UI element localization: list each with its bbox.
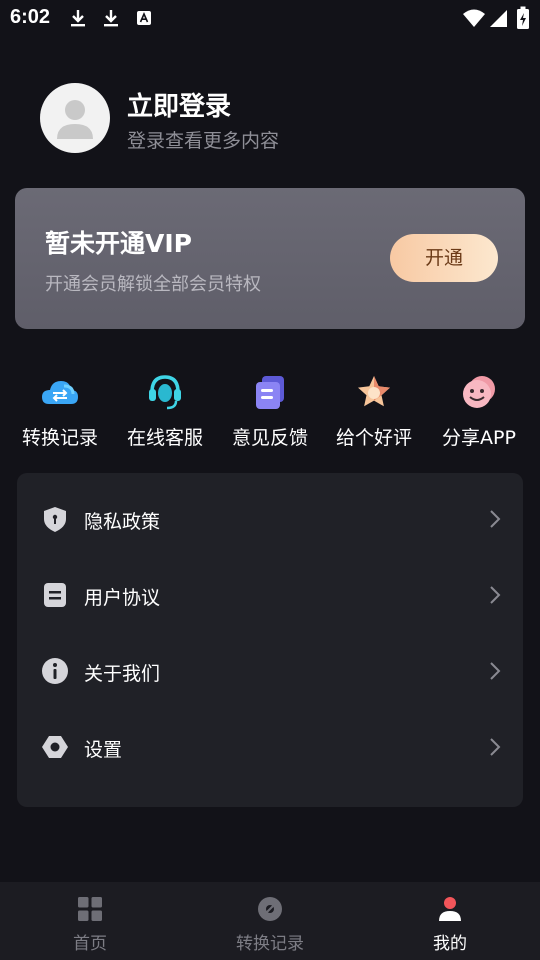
agreement-document-icon (44, 583, 66, 607)
menu-label: 用户协议 (84, 587, 161, 609)
bottom-tab-bar: 首页 转换记录 我的 (0, 882, 540, 960)
user-placeholder-icon (57, 100, 93, 139)
a-notification-icon (137, 11, 151, 25)
tab-label: 我的 (433, 934, 467, 954)
chevron-right-icon (490, 662, 501, 680)
quick-action-label: 给个好评 (335, 427, 412, 449)
menu-label: 关于我们 (84, 663, 161, 685)
tab-conversion-records[interactable]: 转换记录 (180, 882, 360, 960)
tab-label: 转换记录 (236, 934, 304, 954)
download-icon (104, 10, 118, 27)
chevron-right-icon (490, 586, 501, 604)
menu-label: 隐私政策 (84, 511, 161, 533)
vip-card: 暂未开通VIP 开通会员解锁全部会员特权 开通 (15, 188, 525, 329)
chevron-right-icon (490, 738, 501, 756)
quick-action-label: 转换记录 (21, 427, 98, 449)
login-title[interactable]: 立即登录 (127, 86, 231, 123)
tab-label: 首页 (73, 934, 107, 954)
menu-item-settings[interactable]: 设置 (17, 709, 523, 785)
grid-home-icon (78, 897, 102, 921)
menu-item-about-us[interactable]: 关于我们 (17, 633, 523, 709)
menu-item-user-agreement[interactable]: 用户协议 (17, 557, 523, 633)
login-subtitle: 登录查看更多内容 (127, 130, 280, 152)
quick-action-label: 分享APP (442, 427, 516, 449)
signal-icon (490, 10, 507, 27)
quick-action-feedback[interactable]: 意见反馈 (218, 372, 322, 450)
tab-mine[interactable]: 我的 (360, 882, 540, 960)
quick-action-rate-app[interactable]: 给个好评 (322, 372, 426, 450)
vip-title: 暂未开通VIP (45, 229, 192, 258)
record-disc-icon (258, 897, 282, 921)
quick-action-online-service[interactable]: 在线客服 (113, 372, 217, 450)
menu-item-privacy-policy[interactable]: 隐私政策 (17, 481, 523, 557)
vip-activate-button[interactable]: 开通 (390, 234, 498, 282)
chevron-right-icon (490, 510, 501, 528)
quick-action-label: 在线客服 (126, 427, 203, 449)
download-icon (71, 10, 85, 27)
feedback-document-icon (256, 376, 284, 409)
tab-home[interactable]: 首页 (0, 882, 180, 960)
status-bar: 6:02 (0, 0, 540, 36)
star-icon (358, 376, 390, 407)
menu-label: 设置 (84, 739, 123, 761)
wifi-icon (463, 9, 485, 27)
shield-icon (44, 507, 66, 532)
person-icon (439, 897, 461, 921)
headset-icon (149, 375, 181, 410)
smiley-share-icon (463, 376, 495, 408)
gear-icon (42, 736, 68, 758)
quick-action-label: 意见反馈 (231, 427, 308, 449)
avatar[interactable] (40, 83, 110, 153)
info-icon (42, 658, 68, 684)
cloud-transfer-icon (42, 381, 78, 404)
quick-action-conversion-records[interactable]: 转换记录 (8, 372, 112, 450)
battery-charging-icon (517, 6, 529, 29)
quick-action-share-app[interactable]: 分享APP (427, 372, 531, 450)
vip-subtitle: 开通会员解锁全部会员特权 (45, 274, 261, 295)
status-time: 6:02 (10, 6, 51, 28)
menu-card: 隐私政策 用户协议 关于我们 设置 (17, 473, 523, 807)
